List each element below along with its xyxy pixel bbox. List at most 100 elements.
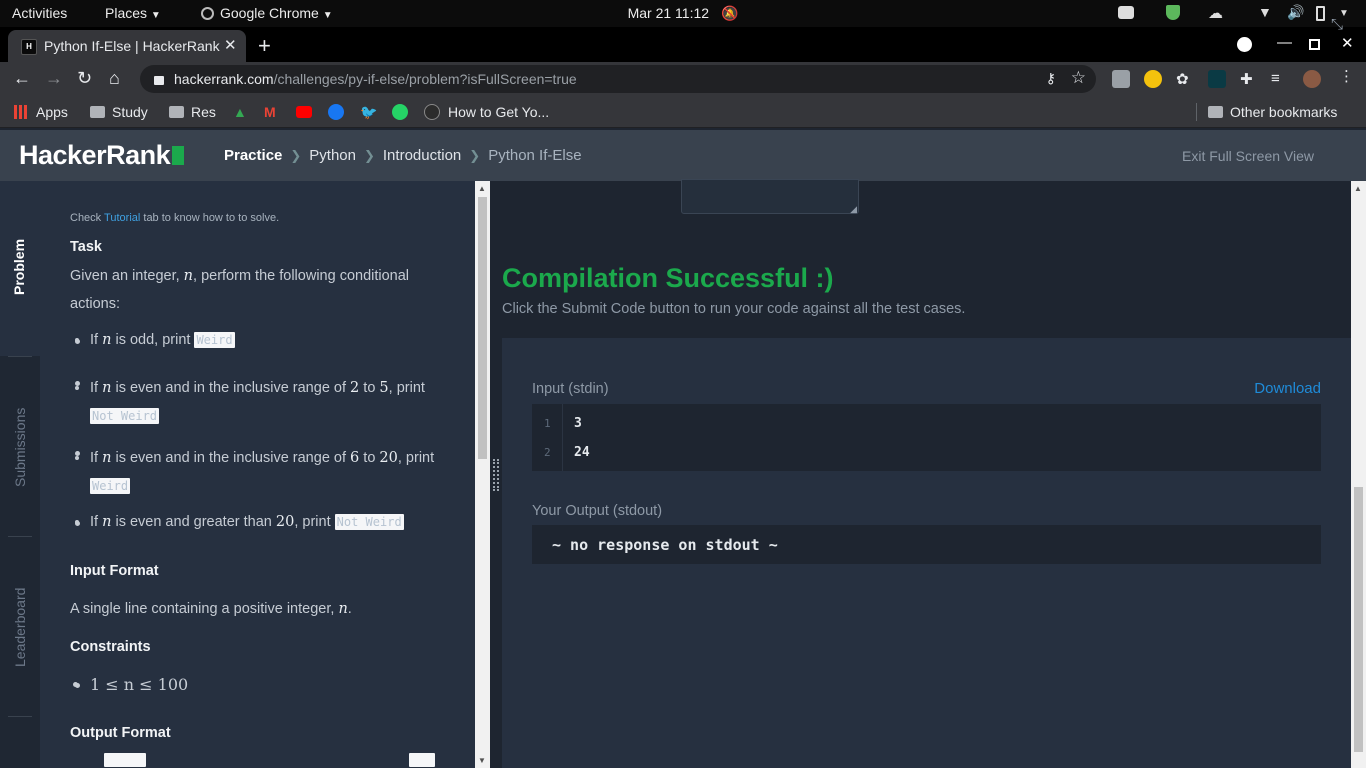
results-pane: ◢ Compilation Successful :) Click the Su… [502,179,1351,768]
twitter-icon[interactable]: 🐦 [360,104,377,121]
math-6: 6 [350,450,360,466]
breadcrumb-introduction[interactable]: Introduction [383,147,461,164]
reading-list-icon[interactable]: ≡ [1271,70,1289,88]
bookmark-other-label: Other bookmarks [1230,104,1338,120]
url-text: hackerrank.com/challenges/py-if-else/pro… [174,71,577,87]
whatsapp-icon[interactable] [392,104,408,120]
breadcrumb: Practice ❯ Python ❯ Introduction ❯ Python If-E… [224,147,582,164]
exit-full-screen-link[interactable]: Exit Full Screen View [1182,148,1314,164]
apps-grid-icon [14,105,28,119]
angular-icon [424,104,440,120]
scrollbar-thumb[interactable] [1354,487,1363,752]
tab-python-if-else[interactable]: H Python If-Else | HackerRank ✕ [8,30,246,62]
input-line: 24 [574,445,590,460]
input-end: . [347,601,352,617]
tab-problem[interactable]: Problem [11,239,27,295]
output-code-snippet [409,753,435,767]
cloud-icon[interactable]: ☁ [1208,4,1223,22]
bookmark-folder-res[interactable]: Res [169,104,216,120]
forward-arrow-icon[interactable]: → [45,68,63,89]
extensions-puzzle-icon[interactable]: ✚ [1240,70,1258,88]
bookmark-other[interactable]: Other bookmarks [1208,104,1337,120]
home-icon[interactable]: ⌂ [109,68,120,89]
scroll-down-arrow-icon[interactable]: ▼ [478,756,486,765]
breadcrumb-python[interactable]: Python [309,147,356,164]
extension-square-icon[interactable] [1112,70,1130,88]
facebook-icon[interactable] [328,104,344,120]
back-arrow-icon[interactable]: ← [13,68,31,89]
shield-icon[interactable] [1166,5,1180,20]
bookmark-folder-study[interactable]: Study [90,104,148,120]
pane-splitter[interactable] [490,181,502,768]
bookmark-apps-label: Apps [36,104,68,120]
code-not-weird: Not Weird [334,514,404,530]
profile-avatar[interactable] [1303,70,1321,88]
stdout-box: ~ no response on stdout ~ [532,525,1321,564]
tutorial-link[interactable]: Tutorial [104,212,140,224]
b2-a: If [90,380,103,396]
coffee-cup-icon[interactable] [1118,6,1134,19]
bookmark-apps[interactable]: Apps [14,104,68,120]
extension-teal-icon[interactable] [1208,70,1226,88]
key-icon[interactable]: ⚷ [1046,70,1056,87]
reload-icon[interactable]: ↻ [77,68,92,89]
scroll-up-arrow-icon[interactable]: ▲ [1354,184,1362,193]
chrome-menu-icon[interactable]: ⋮ [1339,67,1357,85]
bookmark-star-icon[interactable]: ☆ [1071,68,1086,88]
extension-yellow-icon[interactable] [1144,70,1162,88]
input-format-text: A single line containing a positive inte… [70,595,352,623]
line-gutter [532,404,563,471]
download-link[interactable]: Download [1254,380,1321,397]
list-item: If n is even and in the inclusive range … [90,444,434,500]
task-text-c: actions: [70,296,120,312]
b3-c: to [359,450,380,466]
google-drive-icon[interactable]: ▲ [233,104,247,120]
folder-icon [1208,106,1223,118]
tab-submissions[interactable]: Submissions [12,408,28,487]
list-item: If n is odd, print Weird [90,332,235,348]
hackerrank-favicon-icon: H [21,39,37,55]
resize-handle-icon[interactable]: ◢ [850,204,857,215]
window-close-icon[interactable]: ✕ [1341,34,1354,52]
address-bar[interactable]: hackerrank.com/challenges/py-if-else/pro… [140,65,1096,93]
results-scrollbar[interactable]: ▲ [1351,181,1366,768]
tab-search-icon[interactable] [1237,37,1252,52]
extension-paw-icon[interactable]: ✿ [1176,70,1194,88]
tutorial-note: Check Tutorial tab to know how to to sol… [70,212,279,224]
tab-leaderboard[interactable]: Leaderboard [12,588,28,667]
b1-a: If [90,332,103,348]
breadcrumb-practice[interactable]: Practice [224,147,282,164]
b2-c: to [359,380,380,396]
note-pre: Check [70,212,105,224]
custom-input-textarea[interactable]: ◢ [681,179,859,214]
lock-icon[interactable] [154,71,164,90]
compilation-status: Compilation Successful :) [502,263,834,293]
folder-icon [90,106,105,118]
divider [8,536,32,537]
hackerrank-logo[interactable]: HackerRank [19,140,185,171]
battery-icon[interactable] [1316,6,1325,21]
scrollbar-thumb[interactable] [478,197,487,459]
bookmarks-bar: Apps Study Res ▲ M 🐦 How to Get Yo... Ot… [0,96,1366,128]
math-n: n [338,601,348,617]
tab-close-icon[interactable]: ✕ [224,36,237,54]
task-text-b: , perform the following conditional [193,268,410,284]
collapse-icon[interactable]: ⤡ [1331,16,1343,33]
maximize-icon[interactable] [1309,39,1320,50]
gmail-icon[interactable]: M [264,104,276,120]
tab-strip: H Python If-Else | HackerRank ✕ [0,27,1366,62]
minimize-icon[interactable]: — [1277,34,1292,51]
scroll-up-arrow-icon[interactable]: ▲ [478,184,486,193]
math-20: 20 [275,514,295,530]
new-tab-plus-icon[interactable]: + [258,33,271,59]
clock[interactable]: Mar 21 11:12 🔕 [0,5,1366,22]
youtube-icon[interactable] [296,106,312,118]
volume-icon[interactable]: 🔊 [1287,4,1304,22]
drag-handle-icon[interactable] [493,459,499,491]
problem-scrollbar[interactable]: ▲ ▼ [475,181,490,768]
bookmark-how-to-get[interactable]: How to Get Yo... [424,104,549,120]
b4-c: , print [294,514,335,530]
input-line: 3 [574,416,582,431]
output-format-heading: Output Format [70,725,171,741]
wifi-icon[interactable]: ▼ [1258,4,1272,22]
